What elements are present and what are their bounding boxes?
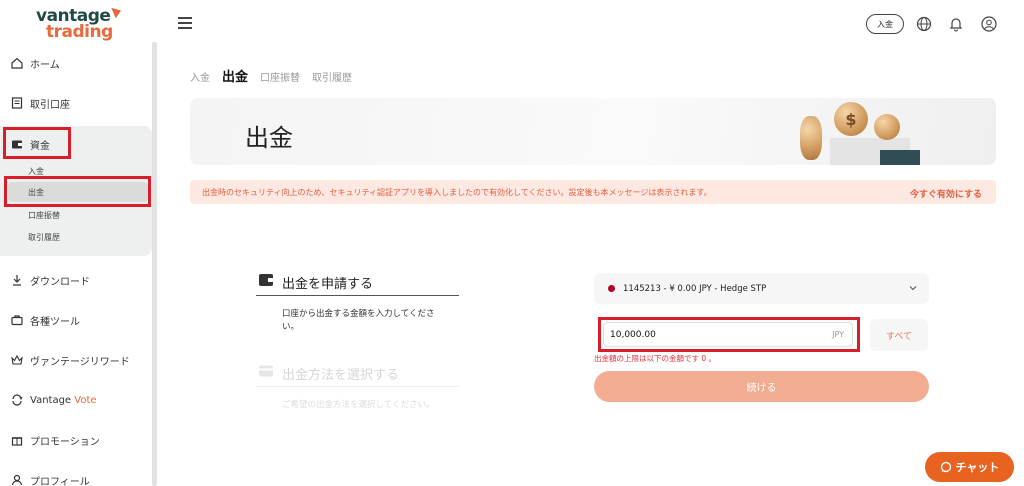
sidebar-item-label: 取引口座 <box>30 99 70 111</box>
sidebar-scrollbar[interactable] <box>152 42 157 486</box>
chevron-down-icon <box>909 286 917 291</box>
step1-description: 口座から出金する金額を入力してくださ い。 <box>282 308 435 334</box>
tab-deposit[interactable]: 入金 <box>190 69 210 84</box>
chat-label: チャット <box>955 461 1000 474</box>
bell-icon[interactable] <box>947 15 965 33</box>
card-step-icon <box>258 363 274 379</box>
sidebar-item-label: プロフィール <box>30 476 90 486</box>
banner-block <box>880 150 920 165</box>
sidebar-item-label: Vantage <box>30 394 72 406</box>
funds-tabs: 入金 出金 口座振替 取引履歴 <box>190 66 352 85</box>
step2-divider <box>256 386 459 387</box>
enable-now-link[interactable]: 今すぐ有効にする <box>910 187 982 200</box>
logo-line2: trading <box>46 22 113 42</box>
sidebar-subitem-transfer[interactable]: 口座振替 <box>8 205 148 225</box>
logo-mark-icon <box>109 7 121 20</box>
continue-button[interactable]: 続ける <box>594 371 929 402</box>
all-amount-button[interactable]: すべて <box>870 319 928 351</box>
globe-icon[interactable] <box>915 15 933 33</box>
sidebar-item-vantage-vote[interactable]: Vantage Vote <box>0 386 150 414</box>
user-circle-icon[interactable] <box>980 15 998 33</box>
page-title: 出金 <box>245 124 293 152</box>
sidebar: vantage trading ホーム 取引口座 資金 入金 出金 口座振替 取… <box>0 0 158 486</box>
sidebar-item-home[interactable]: ホーム <box>0 49 150 77</box>
sidebar-item-promotion[interactable]: プロモーション <box>0 426 150 454</box>
sidebar-item-label: ホーム <box>30 59 60 71</box>
highlight-box-funds <box>3 127 71 159</box>
sidebar-item-download[interactable]: ダウンロード <box>0 266 150 294</box>
gift-icon <box>10 433 24 447</box>
chat-button[interactable]: チャット <box>925 452 1014 482</box>
amount-input[interactable]: 10,000.00 JPY <box>603 322 853 347</box>
download-icon <box>10 273 24 287</box>
home-icon <box>10 56 24 70</box>
dollar-coin-icon: $ <box>834 102 868 136</box>
step1-title: 出金を申請する <box>282 277 374 292</box>
user-icon <box>10 473 24 486</box>
sidebar-item-trading-accounts[interactable]: 取引口座 <box>0 89 150 117</box>
step1-description-line2: い。 <box>282 322 300 332</box>
step2-description: ご希望の出金方法を選択してください。 <box>282 400 435 410</box>
coin-icon <box>874 114 900 140</box>
chat-bubble-icon <box>940 461 951 473</box>
header-deposit-button[interactable]: 入金 <box>866 14 904 34</box>
sidebar-item-profile[interactable]: プロフィール <box>0 466 150 486</box>
tab-withdraw[interactable]: 出金 <box>222 66 248 85</box>
notice-text: 出金時のセキュリティ向上のため、セキュリティ認証アプリを導入しましたので有効化し… <box>202 187 712 197</box>
coin-stack-icon <box>800 116 822 160</box>
step1-description-line1: 口座から出金する金額を入力してくださ <box>282 309 435 319</box>
tab-transfer[interactable]: 口座振替 <box>260 69 300 84</box>
page-banner: 出金 $ <box>190 98 996 165</box>
vantage-logo[interactable]: vantage trading <box>36 6 126 42</box>
jp-flag-icon <box>608 285 615 292</box>
account-select[interactable]: 1145213 - ¥ 0.00 JPY - Hedge STP <box>594 273 929 304</box>
highlight-box-withdraw <box>4 176 151 207</box>
amount-value: 10,000.00 <box>610 329 656 340</box>
amount-error-text: 出金額の上限は以下の金額です 0 。 <box>594 354 717 363</box>
step2-title: 出金方法を選択する <box>282 368 400 383</box>
currency-label: JPY <box>832 330 844 339</box>
vote-icon <box>10 393 24 407</box>
briefcase-icon <box>10 313 24 327</box>
step1-divider <box>256 295 459 296</box>
sidebar-item-label: 各種ツール <box>30 316 80 328</box>
crown-icon <box>10 353 24 367</box>
sidebar-item-rewards[interactable]: ヴァンテージリワード <box>0 346 150 374</box>
sidebar-subitem-history[interactable]: 取引履歴 <box>8 227 148 247</box>
sidebar-item-label: ダウンロード <box>30 276 90 288</box>
security-notice: 出金時のセキュリティ向上のため、セキュリティ認証アプリを導入しましたので有効化し… <box>190 180 996 204</box>
sidebar-item-label-accent: Vote <box>74 394 97 406</box>
sidebar-item-tools[interactable]: 各種ツール <box>0 306 150 334</box>
hamburger-menu-icon[interactable] <box>178 17 192 29</box>
sidebar-item-label: ヴァンテージリワード <box>30 356 130 368</box>
wallet-step-icon <box>258 272 274 288</box>
tab-history[interactable]: 取引履歴 <box>312 69 352 84</box>
account-select-value: 1145213 - ¥ 0.00 JPY - Hedge STP <box>623 283 767 294</box>
app: vantage trading ホーム 取引口座 資金 入金 出金 口座振替 取… <box>0 0 1024 486</box>
document-icon <box>10 96 24 110</box>
sidebar-item-label: プロモーション <box>30 436 100 448</box>
